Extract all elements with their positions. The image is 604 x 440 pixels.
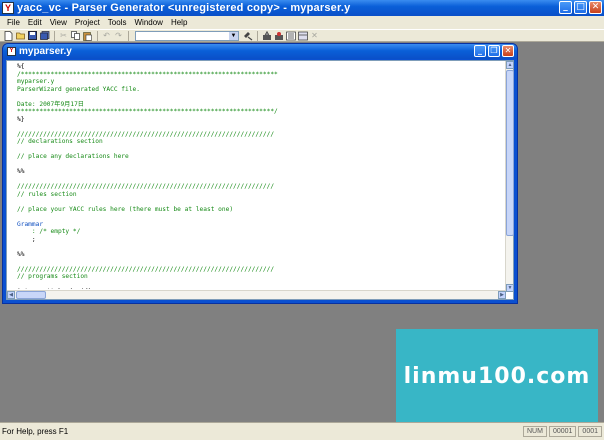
scroll-right-icon[interactable]: ▶ xyxy=(498,291,506,299)
code-line: ////////////////////////////////////////… xyxy=(17,183,275,190)
scroll-up-icon[interactable]: ▲ xyxy=(506,61,514,69)
code-line: int yygettoken(void) xyxy=(17,288,506,289)
toolbar-separator xyxy=(97,30,98,41)
code-line: ; xyxy=(17,235,36,243)
app-icon[interactable]: Y xyxy=(2,2,14,14)
build-icon[interactable] xyxy=(261,30,272,41)
compile-icon[interactable] xyxy=(285,31,296,41)
vertical-scroll-thumb[interactable] xyxy=(506,70,514,236)
code-line: Grammar xyxy=(17,220,44,228)
app-title: yacc_vc - Parser Generator <unregistered… xyxy=(17,2,351,14)
watermark: linmu100.com xyxy=(396,329,598,423)
code-line: ////////////////////////////////////////… xyxy=(17,265,275,273)
code-line: %% xyxy=(17,250,25,258)
menu-window[interactable]: Window xyxy=(130,18,166,27)
undo-icon[interactable]: ↶ xyxy=(101,31,112,41)
find-icon[interactable] xyxy=(242,31,253,41)
code-line: : /* empty */ xyxy=(17,228,81,235)
find-combo[interactable]: ▼ xyxy=(135,30,239,41)
code-line: %{ xyxy=(17,63,25,70)
code-line: ****************************************… xyxy=(17,108,278,115)
code-line: ////////////////////////////////////////… xyxy=(17,130,275,138)
code-line: myparser.y xyxy=(17,78,55,85)
menu-help[interactable]: Help xyxy=(167,18,191,27)
menu-tools[interactable]: Tools xyxy=(104,18,131,27)
open-folder-icon[interactable] xyxy=(15,31,26,41)
chevron-down-icon[interactable]: ▼ xyxy=(229,31,238,40)
code-line: // place any declarations here xyxy=(17,153,129,160)
rebuild-icon[interactable] xyxy=(273,31,284,41)
menu-bar: File Edit View Project Tools Window Help xyxy=(0,16,604,29)
code-line: // declarations section xyxy=(17,138,103,145)
minimize-button[interactable]: _ xyxy=(559,1,572,14)
toolbar-separator xyxy=(54,30,55,41)
code-line: // programs section xyxy=(17,273,88,280)
code-text-area[interactable]: %{/*************************************… xyxy=(7,61,506,289)
document-restore-button[interactable]: ❐ xyxy=(488,45,500,57)
new-file-icon[interactable] xyxy=(3,30,14,41)
document-title: myparser.y xyxy=(19,46,72,57)
scroll-left-icon[interactable]: ◀ xyxy=(7,291,15,299)
save-all-icon[interactable] xyxy=(39,31,50,41)
code-line: // place your YACC rules here (there mus… xyxy=(17,205,234,213)
watermark-text: linmu100.com xyxy=(403,363,591,389)
code-line: Date: 2007年9月17日 xyxy=(17,100,84,108)
code-line: /***************************************… xyxy=(17,70,278,78)
redo-icon[interactable]: ↷ xyxy=(113,31,124,41)
stop-icon[interactable]: ✕ xyxy=(309,31,320,41)
cut-icon[interactable]: ✂ xyxy=(58,31,69,41)
code-line: %% xyxy=(17,168,25,175)
vertical-scrollbar[interactable]: ▲ ▼ xyxy=(505,61,514,292)
scroll-down-icon[interactable]: ▼ xyxy=(506,284,514,292)
document-window-controls: _ ❐ ✕ xyxy=(474,45,514,57)
code-line: %} xyxy=(17,115,25,123)
status-text: For Help, press F1 xyxy=(2,427,69,436)
document-minimize-button[interactable]: _ xyxy=(474,45,486,57)
menu-file[interactable]: File xyxy=(3,18,24,27)
menu-view[interactable]: View xyxy=(46,18,71,27)
menu-project[interactable]: Project xyxy=(71,18,104,27)
code-editor[interactable]: %{/*************************************… xyxy=(6,60,514,300)
copy-icon[interactable] xyxy=(70,31,81,41)
toolbar-separator xyxy=(257,30,258,41)
window-controls: _ □ ✕ xyxy=(559,1,602,14)
document-close-button[interactable]: ✕ xyxy=(502,45,514,57)
maximize-button[interactable]: □ xyxy=(574,1,587,14)
app-title-bar[interactable]: Y yacc_vc - Parser Generator <unregister… xyxy=(0,0,604,16)
menu-edit[interactable]: Edit xyxy=(24,18,46,27)
toolbar: ✂ ↶ ↷ ▼ ✕ xyxy=(0,29,604,42)
status-bar: For Help, press F1 NUM 00001 0001 xyxy=(0,422,604,440)
document-icon[interactable]: Y xyxy=(7,47,16,56)
horizontal-scroll-thumb[interactable] xyxy=(16,291,46,299)
code-line: // rules section xyxy=(17,190,77,198)
paste-icon[interactable] xyxy=(82,31,93,41)
code-line: ParserWizard generated YACC file. xyxy=(17,85,140,93)
save-icon[interactable] xyxy=(27,31,38,41)
toolbar-separator xyxy=(128,30,129,41)
status-column: 0001 xyxy=(578,426,602,437)
horizontal-scrollbar[interactable]: ◀ ▶ xyxy=(7,290,506,299)
document-window: Y myparser.y _ ❐ ✕ %{/******************… xyxy=(2,43,518,304)
status-line: 00001 xyxy=(548,426,577,437)
close-button[interactable]: ✕ xyxy=(589,1,602,14)
status-num-lock: NUM xyxy=(523,426,547,437)
execute-icon[interactable] xyxy=(297,31,308,41)
document-title-bar[interactable]: Y myparser.y _ ❐ ✕ xyxy=(3,44,517,59)
